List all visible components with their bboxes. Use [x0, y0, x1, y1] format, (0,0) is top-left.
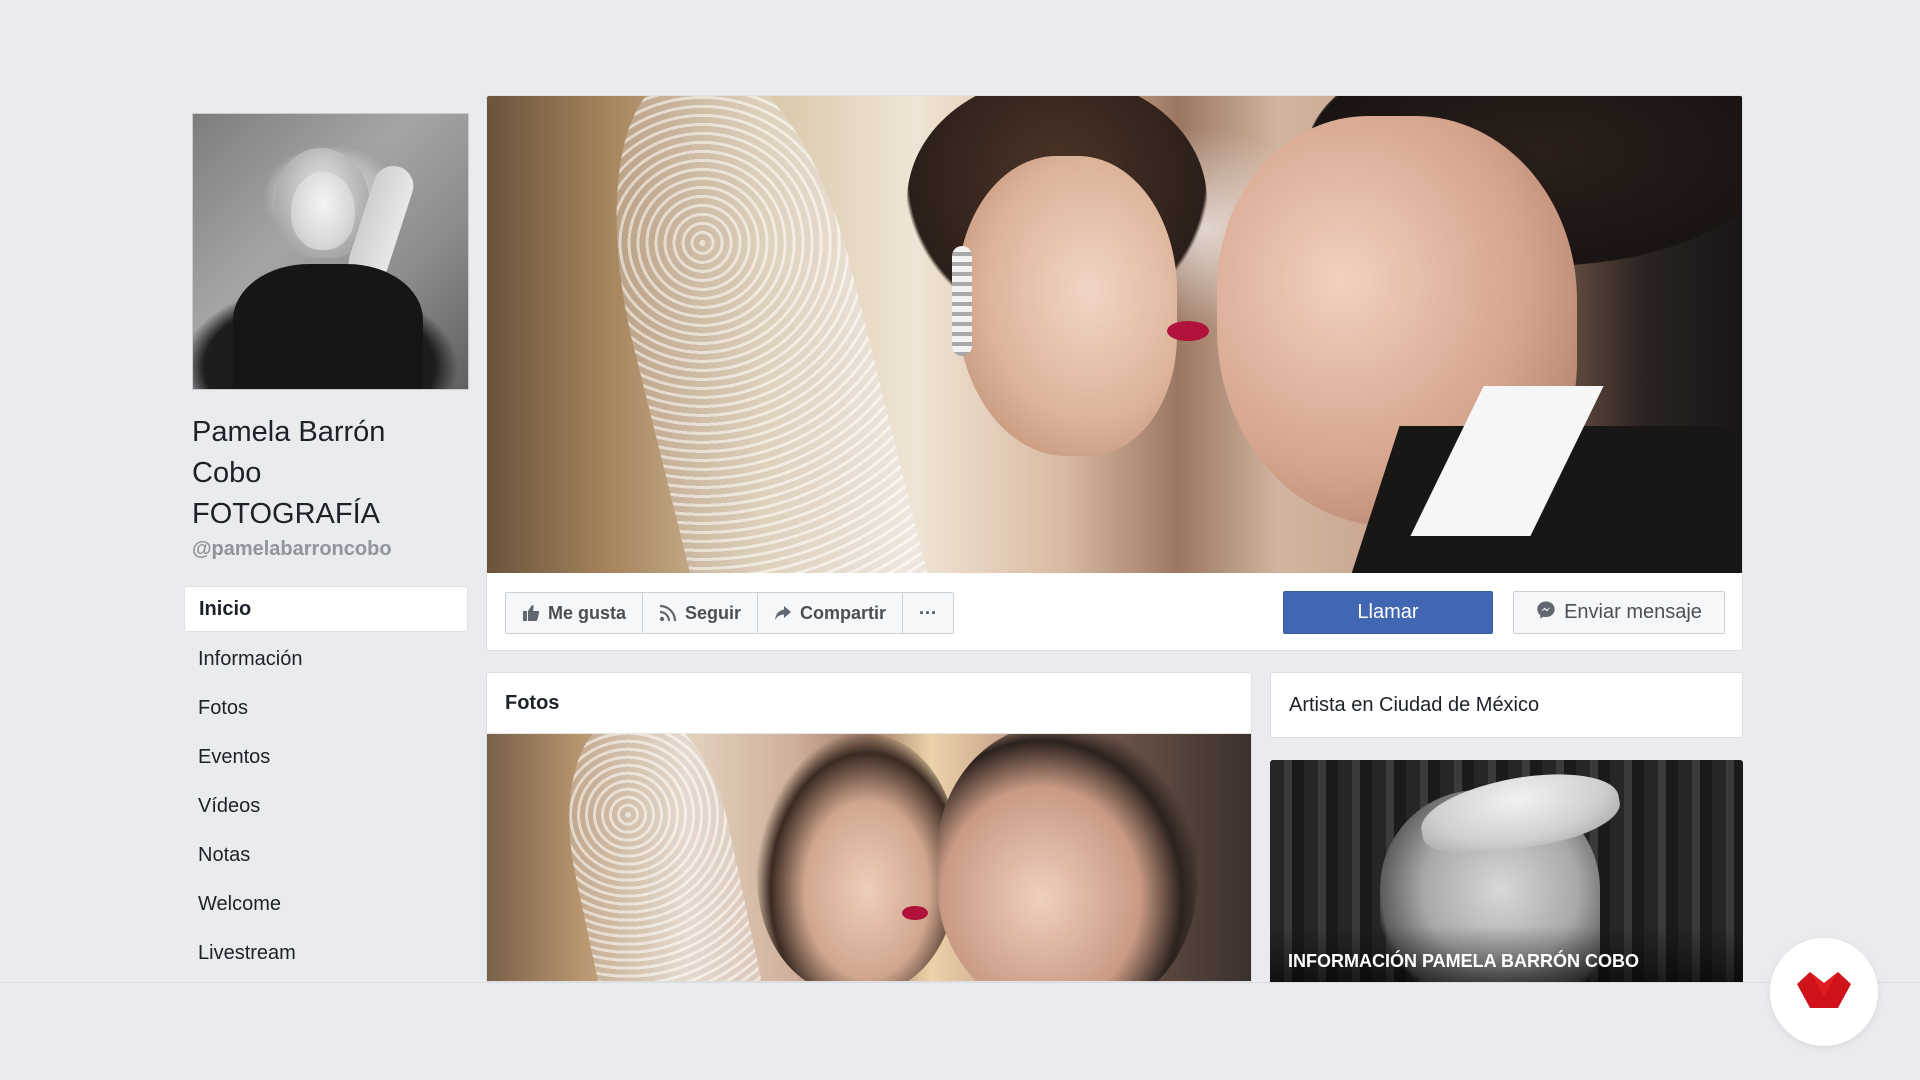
like-button-label: Me gusta: [548, 602, 627, 623]
send-message-button[interactable]: Enviar mensaje: [1513, 591, 1725, 634]
sidebar-item-welcome[interactable]: Welcome: [184, 880, 468, 929]
share-button[interactable]: Compartir: [758, 593, 904, 633]
about-info-card[interactable]: INFORMACIÓN PAMELA BARRÓN COBO: [1270, 760, 1743, 982]
page-sidebar-nav: Inicio Información Fotos Eventos Vídeos …: [184, 586, 468, 978]
page-action-button-group: Me gusta Seguir Compartir ···: [505, 592, 955, 634]
sidebar-item-livestream[interactable]: Livestream: [184, 929, 468, 978]
page-action-bar: Me gusta Seguir Compartir ··· Llamar Env…: [487, 573, 1742, 650]
sidebar-item-videos[interactable]: Vídeos: [184, 782, 468, 831]
cover-veil-shape: [572, 96, 932, 573]
photos-card-title[interactable]: Fotos: [487, 673, 1251, 734]
brand-logo-icon: [1795, 970, 1853, 1015]
follow-button[interactable]: Seguir: [643, 593, 759, 633]
brand-logo-badge[interactable]: [1770, 938, 1878, 1046]
more-options-button[interactable]: ···: [903, 593, 953, 633]
messenger-icon: [1536, 600, 1556, 626]
page-title-line-2: Cobo: [192, 457, 262, 489]
follow-button-label: Seguir: [685, 602, 742, 623]
photos-lip-shape: [902, 906, 928, 920]
cover-bride-face-shape: [957, 156, 1177, 456]
page-title-line-3: FOTOGRAFÍA: [192, 498, 380, 530]
sidebar-item-fotos[interactable]: Fotos: [184, 684, 468, 733]
cover-earring-shape: [952, 246, 972, 356]
profile-face-shape: [291, 172, 355, 250]
sidebar-item-notas[interactable]: Notas: [184, 831, 468, 880]
page-username[interactable]: @pamelabarroncobo: [192, 538, 392, 561]
sidebar-item-eventos[interactable]: Eventos: [184, 733, 468, 782]
photos-groom-shape: [937, 734, 1197, 981]
like-button[interactable]: Me gusta: [506, 593, 644, 633]
photos-bride-shape: [757, 734, 957, 981]
cover-bride-lip-shape: [1167, 321, 1209, 341]
profile-body-shape: [233, 264, 423, 389]
photos-card: Fotos: [486, 672, 1252, 982]
call-button[interactable]: Llamar: [1283, 591, 1493, 634]
sidebar-item-inicio[interactable]: Inicio: [184, 586, 468, 632]
page-title[interactable]: Pamela Barrón Cobo FOTOGRAFÍA: [192, 412, 472, 535]
rss-icon: [659, 604, 677, 622]
photos-veil-shape: [545, 734, 769, 981]
cover-photo[interactable]: [487, 96, 1742, 573]
more-dots-icon: ···: [919, 602, 938, 623]
thumbs-up-icon: [522, 604, 540, 622]
page-category-card[interactable]: Artista en Ciudad de México: [1270, 672, 1743, 738]
share-button-label: Compartir: [800, 602, 887, 623]
share-arrow-icon: [774, 604, 792, 622]
sidebar-item-informacion[interactable]: Información: [184, 635, 468, 684]
profile-picture[interactable]: [192, 113, 469, 390]
photos-thumbnail[interactable]: [487, 734, 1251, 981]
cover-card: Me gusta Seguir Compartir ··· Llamar Env…: [486, 95, 1743, 651]
send-message-label: Enviar mensaje: [1564, 601, 1702, 623]
bottom-strip: [0, 982, 1920, 1080]
page-title-line-1: Pamela Barrón: [192, 416, 386, 448]
info-card-caption: INFORMACIÓN PAMELA BARRÓN COBO: [1270, 926, 1743, 982]
